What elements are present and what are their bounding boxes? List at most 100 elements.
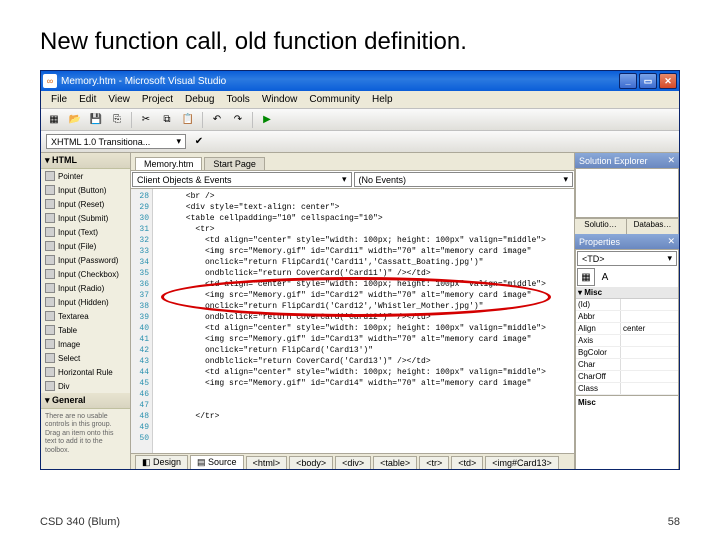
undo-icon[interactable]: ↶ [208,111,226,129]
toolbox-item[interactable]: Select [41,351,130,365]
validate-icon[interactable]: ✔ [190,133,208,151]
breadcrumb-div[interactable]: <div> [335,456,371,470]
visual-studio-window: ∞ Memory.htm - Microsoft Visual Studio _… [40,70,680,470]
toolbox-item[interactable]: Input (File) [41,239,130,253]
close-panel-icon[interactable]: ✕ [667,236,675,247]
select-icon [45,353,55,363]
save-icon[interactable]: 💾 [87,111,105,129]
toolbox-item[interactable]: Image [41,337,130,351]
properties-body[interactable]: <TD>▾ ▦ A ▾ Misc (Id)AbbrAligncenterAxis… [575,249,679,470]
properties-header[interactable]: Properties✕ [575,234,679,249]
toolbox-item[interactable]: Textarea [41,309,130,323]
toolbox-item[interactable]: Table [41,323,130,337]
property-row[interactable]: Class [576,383,678,395]
property-object-combo[interactable]: <TD>▾ [577,251,677,266]
hr-icon [45,367,55,377]
toolbox-item[interactable]: Input (Hidden) [41,295,130,309]
solution-explorer-header[interactable]: Solution Explorer✕ [575,153,679,168]
property-row[interactable]: CharOff [576,371,678,383]
alphabetical-icon[interactable]: A [596,268,614,286]
redo-icon[interactable]: ↷ [229,111,247,129]
titlebar: ∞ Memory.htm - Microsoft Visual Studio _… [41,71,679,91]
cut-icon[interactable]: ✂ [137,111,155,129]
editor-area: Memory.htm Start Page Client Objects & E… [131,153,574,470]
main-toolbar: ▦ 📂 💾 ⎘ ✂ ⧉ 📋 ↶ ↷ ▶ [41,109,679,131]
copy-icon[interactable]: ⧉ [158,111,176,129]
property-row[interactable]: (Id) [576,299,678,311]
toolbox-item[interactable]: Pointer [41,169,130,183]
categorized-icon[interactable]: ▦ [577,268,595,286]
toolbox-item[interactable]: Input (Submit) [41,211,130,225]
property-row[interactable]: Char [576,359,678,371]
property-row[interactable]: Axis [576,335,678,347]
breadcrumb-td[interactable]: <td> [451,456,483,470]
menu-file[interactable]: File [45,94,73,105]
right-panels: Solution Explorer✕ Solutio… Databas… Pro… [574,153,679,470]
menu-window[interactable]: Window [256,94,304,105]
menu-view[interactable]: View [102,94,136,105]
menu-community[interactable]: Community [303,94,366,105]
toolbox-empty-note: There are no usable controls in this gro… [41,409,130,459]
view-tabs: ◧ Design ▤ Source <html> <body> <div> <t… [131,453,574,470]
prop-category[interactable]: ▾ Misc [576,287,678,299]
code-body[interactable]: <br /> <div style="text-align: center"> … [153,189,574,453]
solution-explorer-body[interactable] [575,168,679,218]
window-title: Memory.htm - Microsoft Visual Studio [61,76,619,87]
menu-debug[interactable]: Debug [179,94,220,105]
formatting-toolbar: XHTML 1.0 Transitiona...▾ ✔ [41,131,679,153]
toolbox-item[interactable]: Input (Text) [41,225,130,239]
document-tabs: Memory.htm Start Page [131,153,574,171]
tab-startpage[interactable]: Start Page [204,157,265,170]
toolbox-item[interactable]: Input (Radio) [41,281,130,295]
property-description: Misc [576,395,678,409]
event-combo[interactable]: (No Events)▾ [354,172,574,187]
object-combo[interactable]: Client Objects & Events▾ [132,172,352,187]
breadcrumb-table[interactable]: <table> [373,456,417,470]
submit-icon [45,213,55,223]
property-row[interactable]: Aligncenter [576,323,678,335]
toolbox-item[interactable]: Input (Reset) [41,197,130,211]
menu-edit[interactable]: Edit [73,94,102,105]
solution-tab[interactable]: Solutio… [575,219,627,234]
doctype-combo[interactable]: XHTML 1.0 Transitiona...▾ [46,134,186,149]
source-tab[interactable]: ▤ Source [190,455,244,470]
property-row[interactable]: Abbr [576,311,678,323]
toolbox-item[interactable]: Input (Password) [41,253,130,267]
checkbox-icon [45,269,55,279]
design-tab[interactable]: ◧ Design [135,455,188,470]
toolbox-general-header[interactable]: ▾ General [41,393,130,409]
database-tab[interactable]: Databas… [627,219,679,234]
menu-help[interactable]: Help [366,94,399,105]
paste-icon[interactable]: 📋 [179,111,197,129]
image-icon [45,339,55,349]
maximize-button[interactable]: ▭ [639,73,657,89]
div-icon [45,381,55,391]
footer-page-number: 58 [668,516,680,528]
hidden-icon [45,297,55,307]
minimize-button[interactable]: _ [619,73,637,89]
breadcrumb-img[interactable]: <img#Card13> [485,456,559,470]
menu-project[interactable]: Project [136,94,179,105]
code-editor[interactable]: 2829303132333435363738394041424344454647… [131,189,574,453]
file-icon [45,241,55,251]
menubar: File Edit View Project Debug Tools Windo… [41,91,679,109]
slide-title: New function call, old function definiti… [40,28,680,56]
property-row[interactable]: BgColor [576,347,678,359]
toolbox-item[interactable]: Input (Checkbox) [41,267,130,281]
tab-memory[interactable]: Memory.htm [135,157,202,170]
play-icon[interactable]: ▶ [258,111,276,129]
breadcrumb-body[interactable]: <body> [289,456,333,470]
breadcrumb-tr[interactable]: <tr> [419,456,449,470]
new-project-icon[interactable]: ▦ [45,111,63,129]
close-panel-icon[interactable]: ✕ [667,155,675,166]
save-all-icon[interactable]: ⎘ [108,111,126,129]
toolbox-item[interactable]: Div [41,379,130,393]
toolbox-item[interactable]: Horizontal Rule [41,365,130,379]
table-icon [45,325,55,335]
open-icon[interactable]: 📂 [66,111,84,129]
close-button[interactable]: ✕ [659,73,677,89]
menu-tools[interactable]: Tools [220,94,255,105]
toolbox-html-header[interactable]: ▾ HTML [41,153,130,169]
toolbox-item[interactable]: Input (Button) [41,183,130,197]
breadcrumb-html[interactable]: <html> [246,456,288,470]
